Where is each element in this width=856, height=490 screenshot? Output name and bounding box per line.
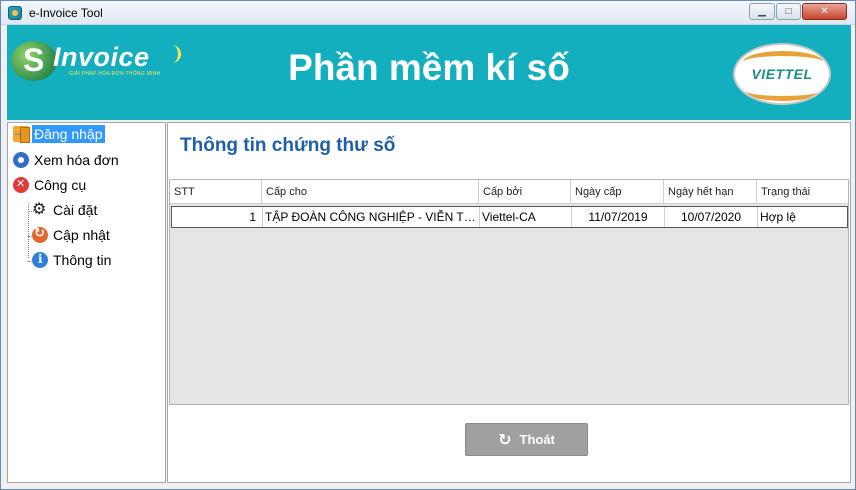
column-header-stt[interactable]: STT xyxy=(170,180,262,204)
login-icon xyxy=(12,125,30,143)
cell-issued-to: TẬP ĐOÀN CÔNG NGHIỆP - VIỄN TH... xyxy=(263,207,480,227)
column-header-issued-to[interactable]: Cấp cho xyxy=(262,180,479,204)
app-heading: Phần mềm kí số xyxy=(288,47,570,88)
tree-item-label: Thông tin xyxy=(53,252,112,268)
tree-item-update[interactable]: Cập nhật xyxy=(32,225,112,244)
tree-item-settings[interactable]: Cài đặt xyxy=(32,199,99,219)
cell-status: Hợp lệ xyxy=(760,210,796,224)
page-title: Thông tin chứng thư số xyxy=(180,135,396,156)
column-header-expiry-date[interactable]: Ngày hết hạn xyxy=(664,180,757,204)
tree-item-view-invoice[interactable]: Xem hóa đơn xyxy=(13,151,121,169)
close-button[interactable]: ✕ xyxy=(802,3,847,20)
title-bar[interactable]: e-Invoice Tool ▁ □ ✕ xyxy=(1,1,855,25)
navigation-tree: Đăng nhập Xem hóa đơn Công cụ Cài đặt Cậ… xyxy=(7,122,166,483)
eye-icon xyxy=(13,152,29,168)
tree-item-label: Xem hóa đơn xyxy=(34,152,119,168)
update-icon xyxy=(32,225,48,243)
table-row[interactable]: 1 TẬP ĐOÀN CÔNG NGHIỆP - VIỄN TH... Viet… xyxy=(171,206,848,228)
app-window: e-Invoice Tool ▁ □ ✕ S Invoice GIẢI PHÁP… xyxy=(0,0,856,490)
table-header: STT Cấp cho Cấp bởi Ngày cấp Ngày hết hạ… xyxy=(170,180,848,204)
tree-item-tools[interactable]: Công cụ xyxy=(13,176,88,194)
exit-button[interactable]: ↻ Thoát xyxy=(465,423,588,456)
minimize-button[interactable]: ▁ xyxy=(749,3,775,20)
window-title: e-Invoice Tool xyxy=(29,6,103,20)
tree-item-login[interactable]: Đăng nhập xyxy=(12,125,105,143)
info-icon xyxy=(32,252,48,268)
certificate-table[interactable]: STT Cấp cho Cấp bởi Ngày cấp Ngày hết hạ… xyxy=(169,179,849,405)
refresh-icon: ↻ xyxy=(498,431,512,449)
gear-icon xyxy=(32,199,48,219)
tree-item-info[interactable]: Thông tin xyxy=(32,251,113,269)
tree-item-label: Cập nhật xyxy=(53,227,110,243)
cell-expiry-date: 10/07/2020 xyxy=(665,207,758,227)
column-header-status[interactable]: Trạng thái xyxy=(757,180,848,204)
main-panel: Thông tin chứng thư số STT Cấp cho Cấp b… xyxy=(167,122,851,483)
column-header-issue-date[interactable]: Ngày cấp xyxy=(571,180,664,204)
viettel-logo: VIETTEL xyxy=(733,43,831,105)
exit-button-label: Thoát xyxy=(519,432,555,447)
tree-item-label: Cài đặt xyxy=(53,202,98,218)
header-banner: S Invoice GIẢI PHÁP HÓA ĐƠN THÔNG MINH P… xyxy=(7,25,851,120)
tools-icon xyxy=(13,177,29,193)
app-icon xyxy=(8,6,22,20)
maximize-button[interactable]: □ xyxy=(776,3,801,20)
cell-issue-date: 11/07/2019 xyxy=(572,207,665,227)
column-header-issued-by[interactable]: Cấp bởi xyxy=(479,180,571,204)
tree-item-label: Đăng nhập xyxy=(32,125,105,143)
cell-stt: 1 xyxy=(172,207,263,227)
cell-issued-by: Viettel-CA xyxy=(480,207,572,227)
tree-item-label: Công cụ xyxy=(34,177,87,193)
